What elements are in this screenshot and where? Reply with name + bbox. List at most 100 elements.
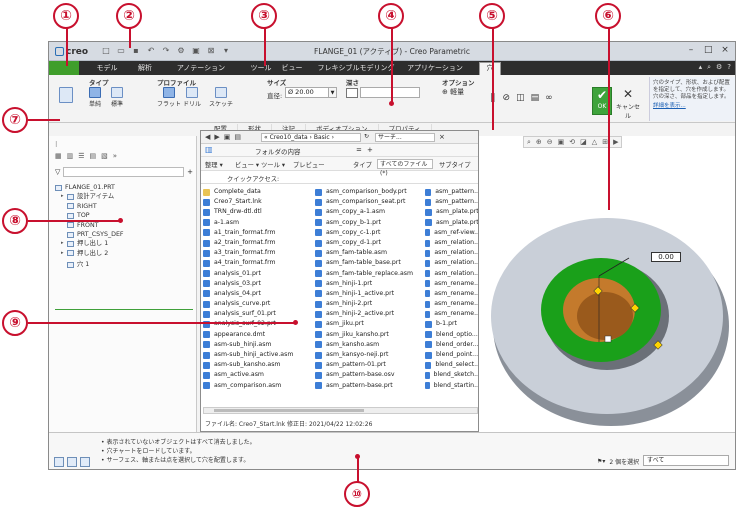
organize-menu[interactable]: 整理 ▾ (205, 160, 223, 169)
file-item[interactable]: blend_point... (425, 350, 478, 360)
sketch-profile-button[interactable]: スケッチ (209, 87, 233, 108)
tab-tools[interactable]: ツール (247, 63, 275, 74)
lightweight-option[interactable]: ⊕ 軽量 (442, 87, 464, 97)
tree-search-input[interactable] (63, 166, 185, 177)
dialog-search-input[interactable]: サーチ... (375, 133, 435, 142)
file-item[interactable]: asm_active.asm (203, 370, 313, 380)
file-item[interactable]: analysis_surf_01.prt (203, 309, 313, 319)
file-item[interactable]: asm_pattern-base.prt (315, 381, 425, 391)
file-item[interactable]: asm_copy_b-1.prt (315, 218, 425, 228)
selection-tool-icon[interactable]: ⚑▾ (597, 458, 605, 465)
back-icon[interactable]: ◀ (205, 133, 210, 141)
settings-icon[interactable]: ▧ (101, 152, 108, 160)
file-item[interactable]: Complete_data (203, 187, 313, 197)
show-icon[interactable]: ▤ (90, 152, 97, 160)
file-item[interactable]: asm_jiku.prt (315, 319, 425, 329)
file-item[interactable]: asm_fam-table_replace.asm (315, 269, 425, 279)
tab-hole[interactable]: 穴 (479, 62, 501, 75)
file-item[interactable]: blend_optio... (425, 330, 478, 340)
maximize-icon[interactable]: □ (704, 45, 713, 56)
model-tree-tab-icon[interactable]: ⁝ (55, 140, 58, 149)
file-item[interactable]: asm_comparison_body.prt (315, 187, 425, 197)
file-item[interactable]: blend_order... (425, 340, 478, 350)
file-item[interactable]: asm_fam-table.asm (315, 248, 425, 258)
file-item[interactable]: asm_relation... (425, 238, 478, 248)
full-screen-icon[interactable] (80, 457, 90, 467)
close-icon[interactable]: × (721, 45, 729, 56)
file-item[interactable]: asm-sub_hinji_active.asm (203, 350, 313, 360)
file-item[interactable]: asm_comparison.asm (203, 381, 313, 391)
settings-icon[interactable]: ⚙ (716, 63, 722, 72)
file-item[interactable]: asm_rename... (425, 299, 478, 309)
file-item[interactable]: analysis_curve.prt (203, 299, 313, 309)
filter-icon[interactable]: ▽ (55, 168, 60, 176)
add-panel-icon[interactable]: + (367, 146, 373, 154)
file-item[interactable]: blend_sketch... (425, 370, 478, 380)
show-browser-icon[interactable] (67, 457, 77, 467)
file-item[interactable]: Creo7_Start.lnk (203, 197, 313, 207)
columns-icon[interactable]: ▥ (67, 152, 74, 160)
expand-icon[interactable]: » (113, 152, 117, 160)
glasses-icon[interactable]: ∞ (545, 93, 553, 103)
file-item[interactable]: asm_copy_a-1.asm (315, 207, 425, 217)
tree-node-csys[interactable]: PRT_CSYS_DEF (55, 230, 195, 239)
diameter-dimension-label[interactable]: 0.00 (651, 252, 681, 262)
minimize-icon[interactable]: – (687, 45, 695, 56)
file-item[interactable]: asm_pattern-base.osv (315, 370, 425, 380)
file-item[interactable]: asm_plate.prt (425, 207, 478, 217)
file-item[interactable]: asm-sub_kansho.asm (203, 360, 313, 370)
file-item[interactable]: a4_train_format.frm (203, 258, 313, 268)
tab-annotation[interactable]: アノテーション (173, 63, 229, 74)
file-item[interactable]: b-1.prt (425, 319, 478, 329)
file-item[interactable]: asm_hinji-2.prt (315, 299, 425, 309)
file-item[interactable]: blend_startin... (425, 381, 478, 391)
drill-profile-button[interactable]: ドリル (183, 87, 201, 108)
file-item[interactable]: a3_train_format.frm (203, 248, 313, 258)
file-item[interactable]: asm-sub_hinji.asm (203, 340, 313, 350)
tree-node-root[interactable]: FLANGE_01.PRT (55, 183, 195, 192)
tree-icon[interactable]: ▦ (55, 152, 62, 160)
file-item[interactable]: asm_hinji-2_active.prt (315, 309, 425, 319)
drag-handle-bottom[interactable] (604, 335, 612, 343)
up-folder-icon[interactable]: ▣ (224, 133, 231, 141)
file-item[interactable]: asm_kansyo-neji.prt (315, 350, 425, 360)
file-item[interactable]: asm_pattern... (425, 197, 478, 207)
file-item[interactable]: asm_fam-table_base.prt (315, 258, 425, 268)
file-item[interactable]: asm_relation... (425, 248, 478, 258)
verify-mode-icon[interactable]: ▤ (531, 93, 540, 103)
file-item[interactable]: asm_relation... (425, 269, 478, 279)
file-item[interactable]: asm_rename... (425, 279, 478, 289)
file-item[interactable]: asm_hinji-1.prt (315, 279, 425, 289)
file-item[interactable]: a-1.asm (203, 218, 313, 228)
tree-node-extrude-1[interactable]: ▸ 押し出し 1 (55, 239, 195, 248)
file-item[interactable]: analysis_03.prt (203, 279, 313, 289)
tree-node-right[interactable]: RIGHT (55, 202, 195, 211)
file-item[interactable]: asm_jiku_kansho.prt (315, 330, 425, 340)
file-tab[interactable] (49, 61, 79, 75)
file-item[interactable]: a1_train_format.frm (203, 228, 313, 238)
forward-icon[interactable]: ▶ (214, 133, 219, 141)
file-item[interactable]: asm_pattern... (425, 187, 478, 197)
help-icon[interactable]: ? (727, 63, 731, 72)
flat-profile-button[interactable]: フラット (157, 87, 181, 108)
tab-view[interactable]: ビュー (279, 63, 305, 74)
standard-type-button[interactable]: 標準 (111, 87, 123, 108)
depth-option-icon[interactable] (346, 88, 358, 98)
tab-flexible-modeling[interactable]: フレキシブルモデリング (313, 63, 399, 74)
file-item[interactable]: asm_copy_c-1.prt (315, 228, 425, 238)
simple-type-button[interactable]: 単純 (89, 87, 101, 108)
collapse-ribbon-icon[interactable]: ▴ (699, 63, 703, 72)
no-preview-icon[interactable]: ⊘ (503, 93, 511, 103)
refresh-icon[interactable]: ↻ (364, 133, 369, 140)
file-item[interactable]: a2_train_format.frm (203, 238, 313, 248)
scrollbar-thumb[interactable] (214, 409, 364, 412)
type-dropdown[interactable]: すべてのファイル (*) (377, 159, 433, 177)
tab-analysis[interactable]: 解析 (131, 63, 159, 74)
views-menu[interactable]: ビュー ▾ (235, 160, 259, 169)
file-item[interactable]: analysis_04.prt (203, 289, 313, 299)
folder-icon[interactable]: ▤ (234, 133, 241, 141)
file-item[interactable]: asm_comparison_seat.prt (315, 197, 425, 207)
file-item[interactable]: asm_relation... (425, 258, 478, 268)
preview-button[interactable]: プレビュー (293, 160, 324, 169)
selection-filter-dropdown[interactable]: すべて (643, 455, 729, 466)
